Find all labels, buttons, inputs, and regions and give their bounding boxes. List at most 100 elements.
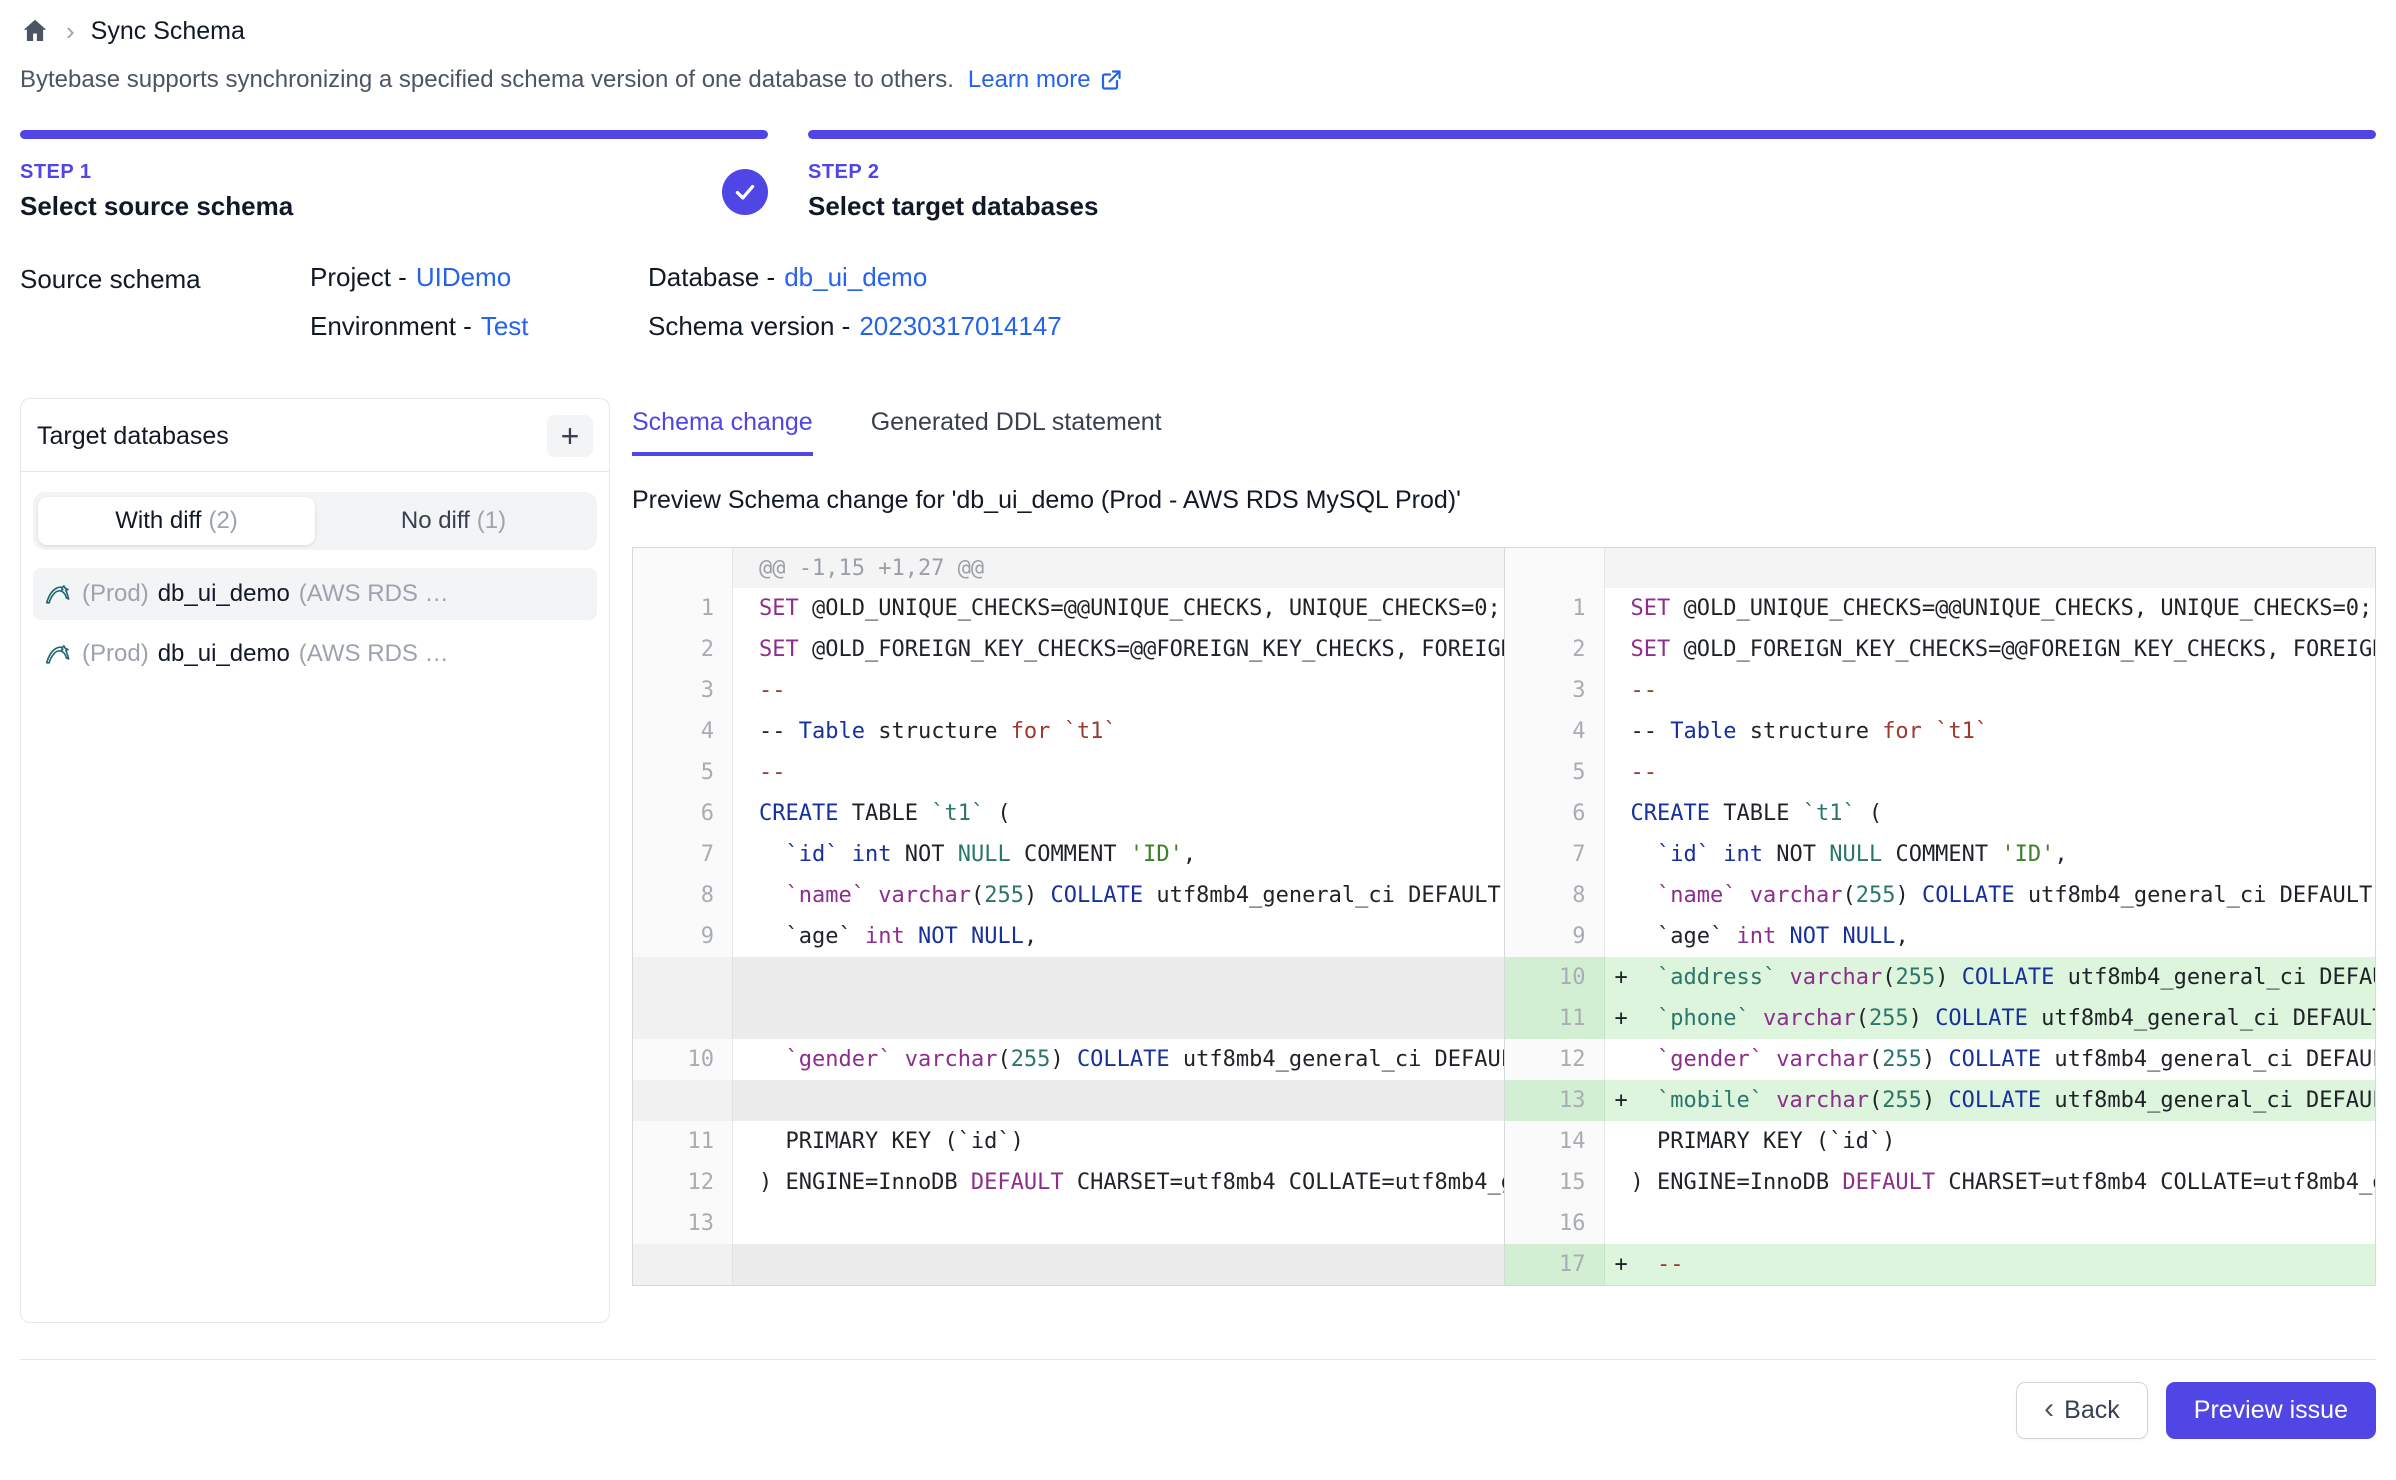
line-number: 9	[633, 916, 733, 957]
diff-code-row: 6CREATE TABLE `t1` (	[1505, 793, 2376, 834]
line-number: 7	[1505, 834, 1605, 875]
learn-more-link[interactable]: Learn more	[968, 66, 1123, 94]
diff-code-row: 4-- Table structure for `t1`	[1505, 711, 2376, 752]
diff-code-row: 6CREATE TABLE `t1` (	[633, 793, 1504, 834]
diff-code-row: 3--	[1505, 670, 2376, 711]
intro-text: Bytebase supports synchronizing a specif…	[20, 66, 954, 94]
diff-code-row: 12) ENGINE=InnoDB DEFAULT CHARSET=utf8mb…	[633, 1162, 1504, 1203]
diff-filter-tab[interactable]: No diff(1)	[315, 497, 592, 545]
code-line: `age` int NOT NULL,	[1605, 916, 2376, 957]
diff-code-row: 10+ `address` varchar(255) COLLATE utf8m…	[1505, 957, 2376, 998]
back-button[interactable]: ‹ Back	[2016, 1382, 2148, 1439]
step-1: STEP 1 Select source schema	[20, 130, 768, 222]
code-line: `gender` varchar(255) COLLATE utf8mb4_ge…	[1605, 1039, 2376, 1080]
line-number: 17	[1505, 1244, 1605, 1285]
code-line: CREATE TABLE `t1` (	[1605, 793, 2376, 834]
diff-code-row: 5--	[633, 752, 1504, 793]
diff-gap-row	[633, 957, 1504, 998]
diff-code-row: 2SET @OLD_FOREIGN_KEY_CHECKS=@@FOREIGN_K…	[633, 629, 1504, 670]
diff-code-row: 4-- Table structure for `t1`	[633, 711, 1504, 752]
diff-code-row: 14 PRIMARY KEY (`id`)	[1505, 1121, 2376, 1162]
code-line: -- Table structure for `t1`	[733, 711, 1504, 752]
mysql-icon	[43, 639, 73, 669]
diff-code-row: 5--	[1505, 752, 2376, 793]
field-database: Database -db_ui_demo	[648, 262, 1062, 293]
source-schema: Source schema Project -UIDemo Database -…	[20, 262, 2376, 342]
code-line: SET @OLD_FOREIGN_KEY_CHECKS=@@FOREIGN_KE…	[733, 629, 1504, 670]
target-database-item[interactable]: (Prod)db_ui_demo(AWS RDS MySQL Prod)	[33, 568, 597, 620]
line-number: 13	[633, 1203, 733, 1244]
diff-hunk-header	[1505, 548, 2376, 588]
page-title: Sync Schema	[91, 17, 245, 46]
code-line: --	[733, 752, 1504, 793]
target-database-item[interactable]: (Prod)db_ui_demo(AWS RDS MySQL Prod)	[33, 628, 597, 680]
code-line: SET @OLD_UNIQUE_CHECKS=@@UNIQUE_CHECKS, …	[733, 588, 1504, 629]
code-line: ) ENGINE=InnoDB DEFAULT CHARSET=utf8mb4 …	[733, 1162, 1504, 1203]
step-complete-icon	[722, 169, 768, 215]
line-number: 9	[1505, 916, 1605, 957]
footer-actions: ‹ Back Preview issue	[20, 1359, 2376, 1461]
code-line: + `mobile` varchar(255) COLLATE utf8mb4_…	[1605, 1080, 2376, 1121]
target-databases-title: Target databases	[37, 422, 229, 451]
step-2-label: Select target databases	[808, 191, 2376, 222]
line-number: 6	[633, 793, 733, 834]
schema-version-link[interactable]: 20230317014147	[859, 311, 1061, 341]
mysql-icon	[43, 579, 73, 609]
code-line	[733, 998, 1504, 1039]
diff-gap-row	[633, 1080, 1504, 1121]
code-line: + `phone` varchar(255) COLLATE utf8mb4_g…	[1605, 998, 2376, 1039]
line-number: 11	[1505, 998, 1605, 1039]
preview-panel: Schema changeGenerated DDL statement Pre…	[632, 398, 2376, 1286]
code-line: + `address` varchar(255) COLLATE utf8mb4…	[1605, 957, 2376, 998]
target-database-list: (Prod)db_ui_demo(AWS RDS MySQL Prod) (Pro…	[33, 568, 597, 680]
code-line: `name` varchar(255) COLLATE utf8mb4_gene…	[1605, 875, 2376, 916]
code-line: --	[733, 670, 1504, 711]
line-number: 8	[1505, 875, 1605, 916]
line-number: 3	[633, 670, 733, 711]
code-line: `id` int NOT NULL COMMENT 'ID',	[1605, 834, 2376, 875]
line-number	[633, 548, 733, 588]
diff-code-row: 13+ `mobile` varchar(255) COLLATE utf8mb…	[1505, 1080, 2376, 1121]
sync-schema-page: › Sync Schema Bytebase supports synchron…	[0, 0, 2396, 1480]
line-number: 10	[633, 1039, 733, 1080]
code-line: `name` varchar(255) COLLATE utf8mb4_gene…	[733, 875, 1504, 916]
code-line: PRIMARY KEY (`id`)	[1605, 1121, 2376, 1162]
step-2-progress-bar	[808, 130, 2376, 139]
diff-filter-tab[interactable]: With diff(2)	[38, 497, 315, 545]
line-number: 10	[1505, 957, 1605, 998]
project-link[interactable]: UIDemo	[416, 262, 511, 292]
code-line	[1605, 548, 2376, 588]
code-line	[733, 1244, 1504, 1285]
diff-gap-row	[633, 998, 1504, 1039]
line-number	[633, 1244, 733, 1285]
environment-link[interactable]: Test	[481, 311, 529, 341]
code-line: `age` int NOT NULL,	[733, 916, 1504, 957]
line-number: 12	[633, 1162, 733, 1203]
diff-code-row: 1SET @OLD_UNIQUE_CHECKS=@@UNIQUE_CHECKS,…	[633, 588, 1504, 629]
line-number: 6	[1505, 793, 1605, 834]
diff-code-row: 7 `id` int NOT NULL COMMENT 'ID',	[633, 834, 1504, 875]
diff-gap-row	[633, 1244, 1504, 1285]
code-line	[733, 1080, 1504, 1121]
preview-issue-button[interactable]: Preview issue	[2166, 1382, 2376, 1439]
added-line-marker: +	[1615, 998, 1628, 1039]
diff-code-row: 8 `name` varchar(255) COLLATE utf8mb4_ge…	[1505, 875, 2376, 916]
diff-code-row: 7 `id` int NOT NULL COMMENT 'ID',	[1505, 834, 2376, 875]
schema-diff-view: @@ -1,15 +1,27 @@1SET @OLD_UNIQUE_CHECKS…	[632, 547, 2376, 1286]
external-link-icon	[1099, 68, 1123, 92]
step-1-label: Select source schema	[20, 191, 768, 222]
diff-code-row: 13	[633, 1203, 1504, 1244]
line-number: 4	[1505, 711, 1605, 752]
home-icon[interactable]	[20, 16, 50, 46]
code-line: PRIMARY KEY (`id`)	[733, 1121, 1504, 1162]
target-databases-panel: Target databases + With diff(2)No diff(1…	[20, 398, 610, 1323]
diff-code-row: 3--	[633, 670, 1504, 711]
line-number: 14	[1505, 1121, 1605, 1162]
database-link[interactable]: db_ui_demo	[784, 262, 927, 292]
chevron-left-icon: ‹	[2044, 1394, 2054, 1424]
field-schema-version: Schema version -20230317014147	[648, 311, 1062, 342]
added-line-marker: +	[1615, 1244, 1628, 1285]
add-target-database-button[interactable]: +	[547, 415, 593, 457]
preview-tab[interactable]: Schema change	[632, 408, 813, 456]
preview-tab[interactable]: Generated DDL statement	[871, 408, 1162, 456]
